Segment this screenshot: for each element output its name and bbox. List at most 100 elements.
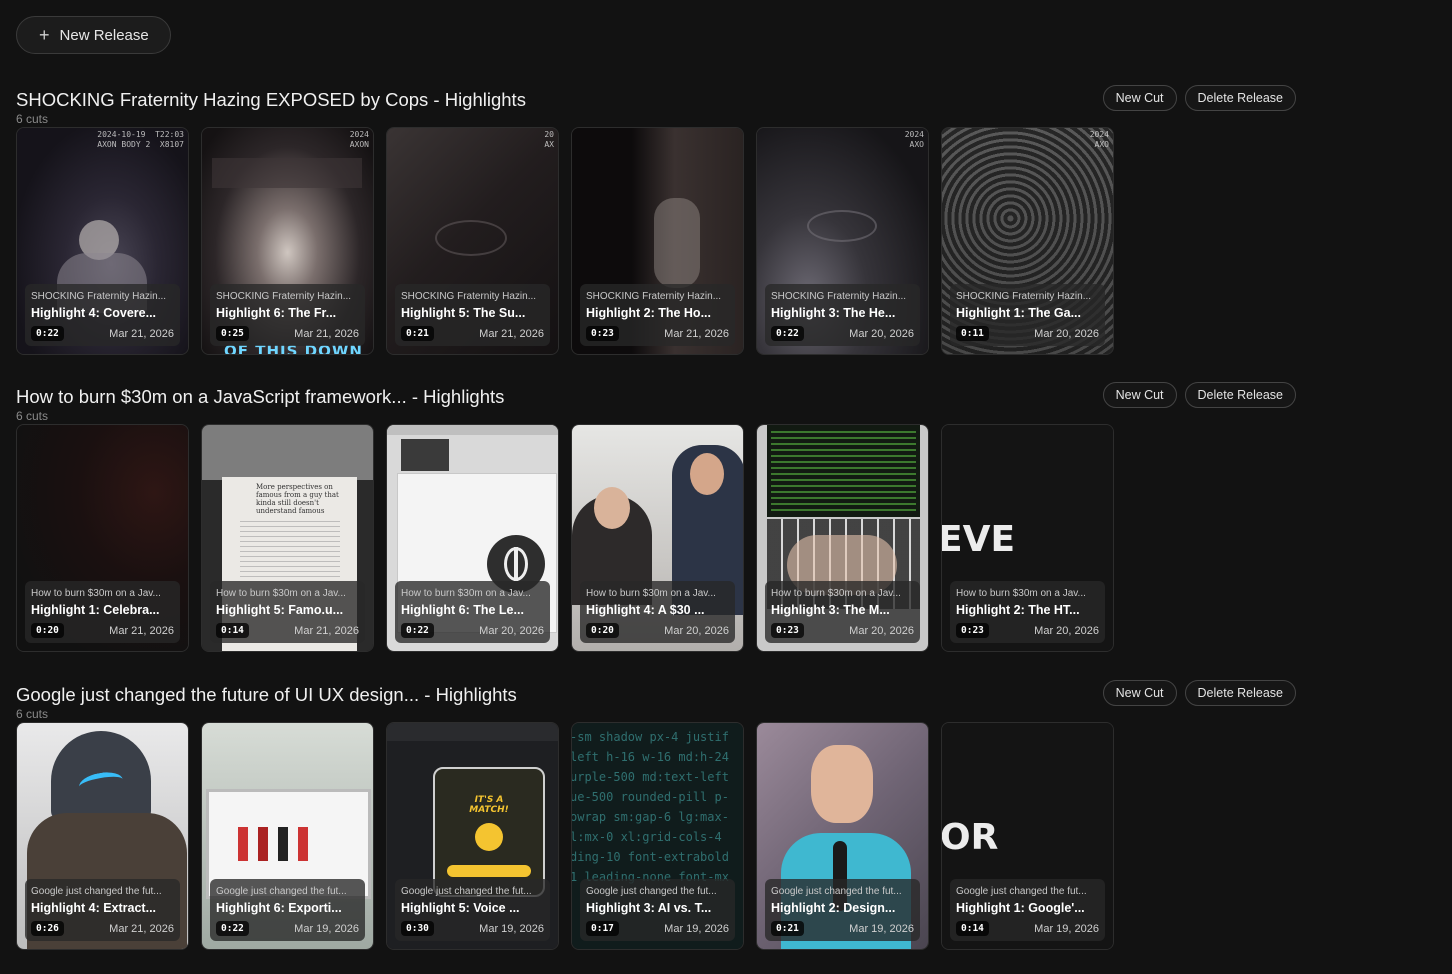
cut-duration: 0:22 <box>216 921 249 936</box>
cut-title: Highlight 3: The He... <box>771 306 896 320</box>
cut-duration: 0:17 <box>586 921 619 936</box>
cut-duration: 0:14 <box>216 623 249 638</box>
cut-title: Highlight 4: Extract... <box>31 901 157 915</box>
cut-title: Highlight 1: Celebra... <box>31 603 160 617</box>
cut-card[interactable]: SHOCKING Fraternity Hazin... Highlight 2… <box>571 127 744 355</box>
cut-date: Mar 20, 2026 <box>1034 327 1099 340</box>
cut-info: SHOCKING Fraternity Hazin... Highlight 3… <box>765 284 920 346</box>
cut-release-name: Google just changed the fut... <box>771 886 902 897</box>
cut-date: Mar 20, 2026 <box>1034 624 1099 637</box>
cut-card[interactable]: EVE How to burn $30m on a Jav... Highlig… <box>941 424 1114 652</box>
cuts-row: Google just changed the fut... Highlight… <box>16 722 1114 950</box>
cut-release-name: Google just changed the fut... <box>31 886 162 897</box>
cut-duration: 0:22 <box>771 326 804 341</box>
cut-title: Highlight 1: Google'... <box>956 901 1085 915</box>
plus-icon: + <box>39 25 50 45</box>
cut-card[interactable]: OR Google just changed the fut... Highli… <box>941 722 1114 950</box>
new-cut-button[interactable]: New Cut <box>1102 85 1177 111</box>
delete-release-button[interactable]: Delete Release <box>1184 85 1296 111</box>
cut-info: SHOCKING Fraternity Hazin... Highlight 1… <box>950 284 1105 346</box>
cut-date: Mar 21, 2026 <box>109 327 174 340</box>
cut-duration: 0:20 <box>586 623 619 638</box>
cut-card[interactable]: Google just changed the fut... Highlight… <box>201 722 374 950</box>
cut-card[interactable]: How to burn $30m on a Jav... Highlight 4… <box>571 424 744 652</box>
cut-date: Mar 19, 2026 <box>479 922 544 935</box>
cuts-row: How to burn $30m on a Jav... Highlight 1… <box>16 424 1114 652</box>
cut-release-name: Google just changed the fut... <box>956 886 1087 897</box>
cut-duration: 0:23 <box>956 623 989 638</box>
release-section: Google just changed the future of UI UX … <box>16 680 1306 950</box>
cut-date: Mar 20, 2026 <box>664 624 729 637</box>
cut-info: How to burn $30m on a Jav... Highlight 3… <box>765 581 920 643</box>
new-cut-button[interactable]: New Cut <box>1102 680 1177 706</box>
cut-title: Highlight 3: The M... <box>771 603 890 617</box>
cut-card[interactable]: -sm shadow px-4 justif left h-16 w-16 md… <box>571 722 744 950</box>
delete-release-button[interactable]: Delete Release <box>1184 382 1296 408</box>
cut-title: Highlight 2: Design... <box>771 901 896 915</box>
cut-title: Highlight 6: The Le... <box>401 603 524 617</box>
cut-title: Highlight 6: The Fr... <box>216 306 337 320</box>
cut-release-name: Google just changed the fut... <box>401 886 532 897</box>
new-cut-button[interactable]: New Cut <box>1102 382 1177 408</box>
cut-info: Google just changed the fut... Highlight… <box>395 879 550 941</box>
cut-card[interactable]: How to burn $30m on a Jav... Highlight 3… <box>756 424 929 652</box>
bodycam-stamp: 2024 AXO <box>1089 130 1109 149</box>
cut-release-name: Google just changed the fut... <box>216 886 347 897</box>
cut-date: Mar 19, 2026 <box>849 922 914 935</box>
cut-info: Google just changed the fut... Highlight… <box>580 879 735 941</box>
cut-card[interactable]: 2024 AXO SHOCKING Fraternity Hazin... Hi… <box>941 127 1114 355</box>
cut-card[interactable]: Google just changed the fut... Highlight… <box>16 722 189 950</box>
cut-release-name: SHOCKING Fraternity Hazin... <box>216 291 352 302</box>
cut-release-name: SHOCKING Fraternity Hazin... <box>771 291 907 302</box>
cut-title: Highlight 4: A $30 ... <box>586 603 705 617</box>
bodycam-stamp: 20 AX <box>544 130 554 149</box>
cut-title: Highlight 5: Voice ... <box>401 901 520 915</box>
cut-release-name: How to burn $30m on a Jav... <box>956 588 1086 599</box>
cut-card[interactable]: 2024-10-19 T22:03 AXON BODY 2 X8107 SHOC… <box>16 127 189 355</box>
code-snippet: -sm shadow px-4 justif left h-16 w-16 md… <box>571 730 729 884</box>
cut-card[interactable]: More perspectives on famous from a guy t… <box>201 424 374 652</box>
caption-word: EVE <box>941 519 1016 560</box>
cut-date: Mar 19, 2026 <box>1034 922 1099 935</box>
cut-date: Mar 19, 2026 <box>294 922 359 935</box>
cut-date: Mar 21, 2026 <box>664 327 729 340</box>
cut-date: Mar 19, 2026 <box>664 922 729 935</box>
cut-card[interactable]: How to burn $30m on a Jav... Highlight 1… <box>16 424 189 652</box>
cut-duration: 0:22 <box>31 326 64 341</box>
cut-card[interactable]: How to burn $30m on a Jav... Highlight 6… <box>386 424 559 652</box>
cut-title: Highlight 5: The Su... <box>401 306 526 320</box>
cut-title: Highlight 2: The HT... <box>956 603 1080 617</box>
cut-info: How to burn $30m on a Jav... Highlight 5… <box>210 581 365 643</box>
release-section: How to burn $30m on a JavaScript framewo… <box>16 382 1306 652</box>
caption-word: OR <box>941 817 999 858</box>
cut-date: Mar 20, 2026 <box>479 624 544 637</box>
delete-release-button[interactable]: Delete Release <box>1184 680 1296 706</box>
cut-card[interactable]: 2024 AXON OF THIS DOWN SHOCKING Fraterni… <box>201 127 374 355</box>
release-cut-count: 6 cuts <box>16 409 49 423</box>
cut-info: SHOCKING Fraternity Hazin... Highlight 6… <box>210 284 365 346</box>
new-release-button[interactable]: + New Release <box>16 16 171 54</box>
cut-info: Google just changed the fut... Highlight… <box>210 879 365 941</box>
cut-duration: 0:22 <box>401 623 434 638</box>
bodycam-stamp: 2024-10-19 T22:03 AXON BODY 2 X8107 <box>97 130 184 149</box>
document-heading: More perspectives on famous from a guy t… <box>256 483 339 515</box>
cut-duration: 0:25 <box>216 326 249 341</box>
cut-release-name: SHOCKING Fraternity Hazin... <box>956 291 1092 302</box>
cut-release-name: How to burn $30m on a Jav... <box>586 588 716 599</box>
cut-duration: 0:21 <box>401 326 434 341</box>
cut-card[interactable]: 20 AX SHOCKING Fraternity Hazin... Highl… <box>386 127 559 355</box>
cut-card[interactable]: 2024 AXO SHOCKING Fraternity Hazin... Hi… <box>756 127 929 355</box>
cut-card[interactable]: IT'S A MATCH! Google just changed the fu… <box>386 722 559 950</box>
cut-info: How to burn $30m on a Jav... Highlight 6… <box>395 581 550 643</box>
cut-info: SHOCKING Fraternity Hazin... Highlight 2… <box>580 284 735 346</box>
cut-release-name: How to burn $30m on a Jav... <box>216 588 346 599</box>
cut-duration: 0:23 <box>771 623 804 638</box>
cut-duration: 0:30 <box>401 921 434 936</box>
bodycam-stamp: 2024 AXON <box>349 130 369 149</box>
cut-date: Mar 21, 2026 <box>109 624 174 637</box>
bodycam-stamp: 2024 AXO <box>904 130 924 149</box>
cut-card[interactable]: Google just changed the fut... Highlight… <box>756 722 929 950</box>
cut-title: Highlight 3: AI vs. T... <box>586 901 712 915</box>
cut-date: Mar 20, 2026 <box>849 327 914 340</box>
cut-release-name: SHOCKING Fraternity Hazin... <box>31 291 167 302</box>
